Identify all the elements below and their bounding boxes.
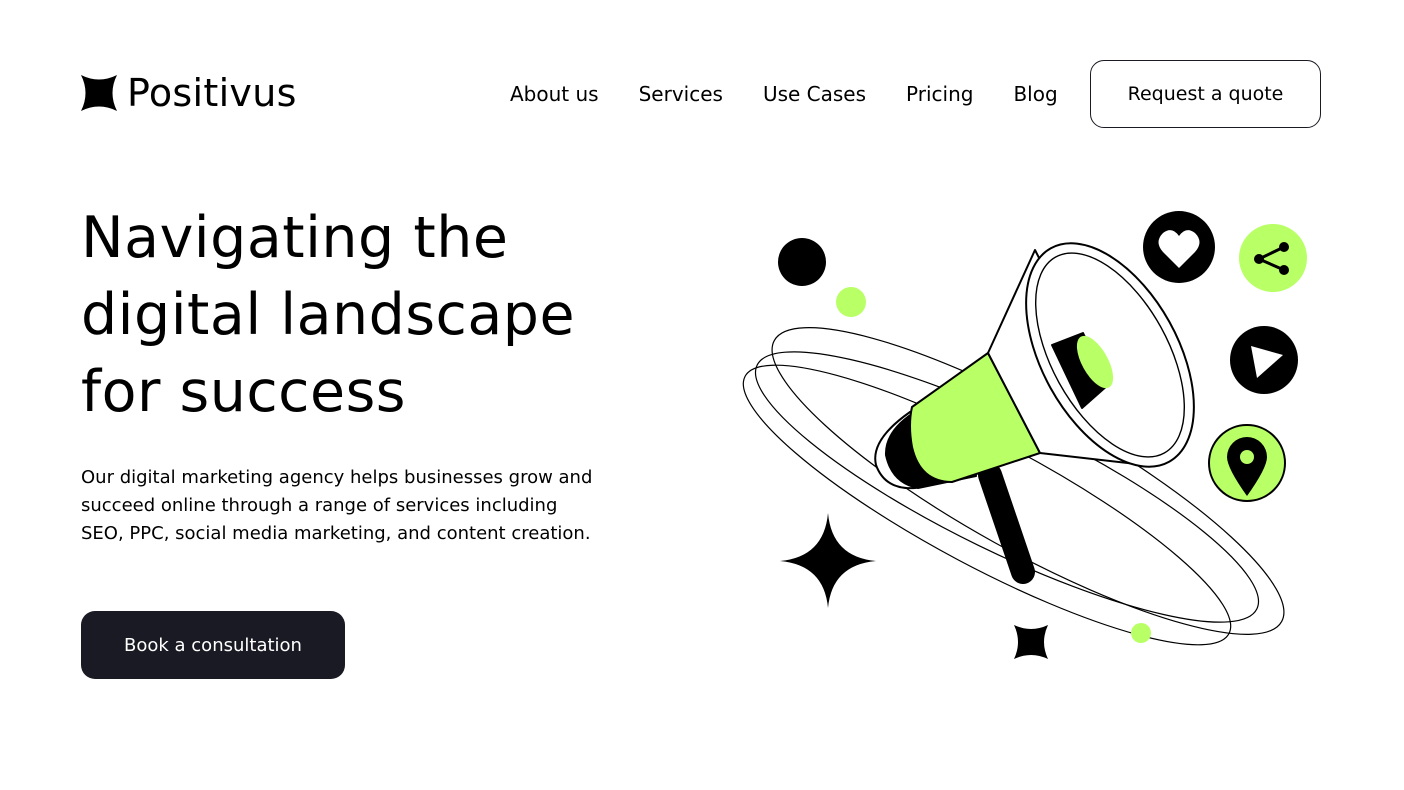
request-quote-button[interactable]: Request a quote — [1090, 60, 1321, 128]
nav-about-us[interactable]: About us — [510, 82, 599, 106]
nav-pricing[interactable]: Pricing — [906, 82, 973, 106]
black-dot — [778, 238, 826, 286]
book-consultation-button[interactable]: Book a consultation — [81, 611, 345, 679]
heart-badge — [1143, 211, 1215, 283]
location-badge — [1208, 424, 1286, 502]
four-point-star-icon — [81, 75, 117, 111]
nav-services[interactable]: Services — [639, 82, 723, 106]
green-dot-small — [1131, 623, 1151, 643]
small-sparkle-icon — [1014, 625, 1048, 659]
hero-title: Navigating the digital landscape for suc… — [81, 205, 576, 425]
hero-illustration — [742, 211, 1307, 659]
nav-use-cases[interactable]: Use Cases — [763, 82, 866, 106]
sparkle-icon — [780, 513, 876, 608]
share-badge — [1239, 224, 1307, 292]
main-nav: About us Services Use Cases Pricing Blog — [510, 82, 1058, 106]
brand-logo[interactable]: Positivus — [81, 74, 297, 112]
green-dot — [836, 287, 866, 317]
brand-name: Positivus — [127, 71, 297, 115]
nav-blog[interactable]: Blog — [1013, 82, 1057, 106]
play-badge — [1230, 326, 1298, 394]
hero-description: Our digital marketing agency helps busin… — [81, 467, 593, 544]
